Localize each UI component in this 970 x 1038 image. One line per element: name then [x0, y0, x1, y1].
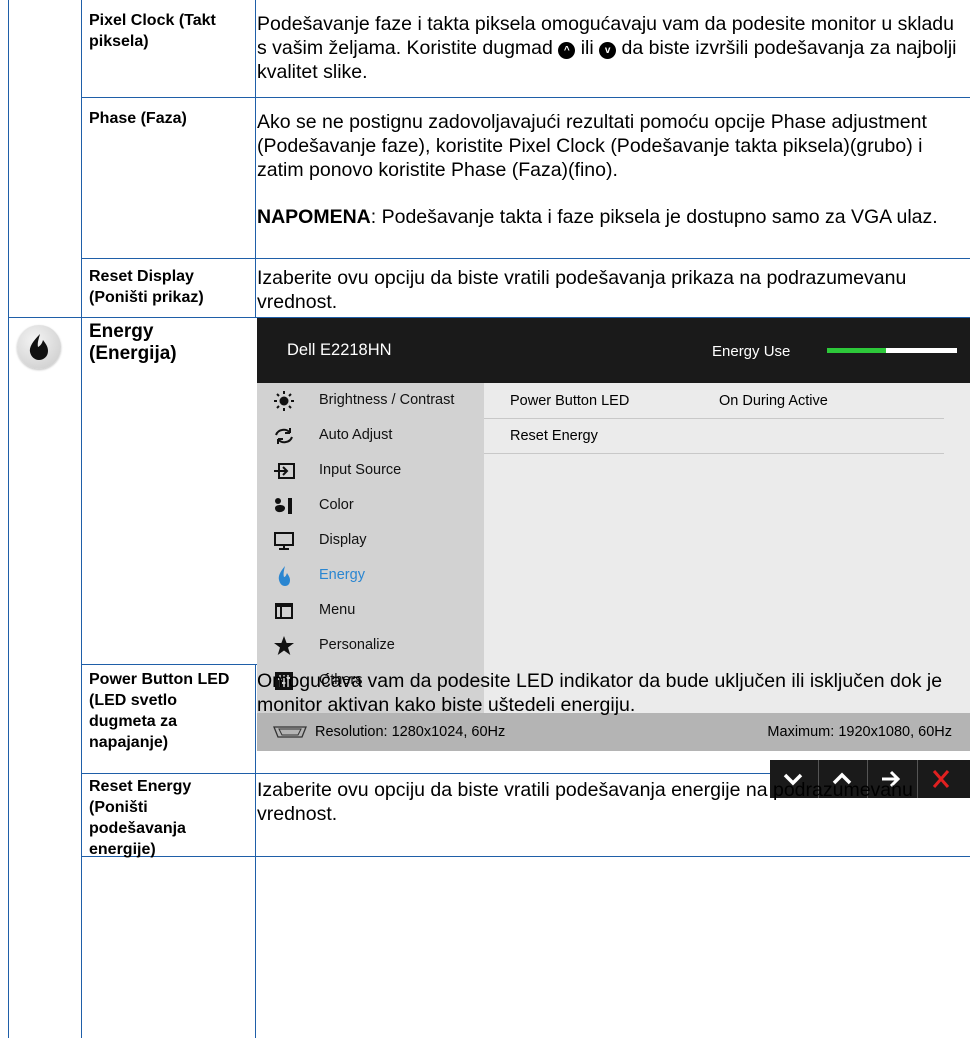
- up-button-icon: ^: [558, 42, 576, 59]
- osd-header: Dell E2218HN Energy Use: [257, 318, 970, 383]
- menu-item-input-source[interactable]: Input Source: [257, 453, 484, 488]
- connector-icon: [273, 726, 307, 738]
- menu-item-personalize[interactable]: Personalize: [257, 628, 484, 663]
- menu-item-display[interactable]: Display: [257, 523, 484, 558]
- reset-energy-label: Reset Energy (Poništi podešavanja energi…: [89, 778, 192, 858]
- color-icon: [275, 498, 292, 514]
- energy-icon: [278, 566, 290, 586]
- menu-icon: [275, 603, 293, 619]
- osd-settings-panel: Power Button LED On During Active Reset …: [484, 383, 970, 713]
- phase-description: Ako se ne postignu zadovoljavajući rezul…: [257, 111, 927, 181]
- pixel-clock-description: Podešavanje faze i takta piksela omoguća…: [257, 13, 957, 83]
- energy-use-meter: [827, 348, 957, 353]
- down-button-icon: v: [599, 42, 617, 59]
- maximum-resolution-text: Maximum: 1920x1080, 60Hz: [767, 724, 952, 740]
- osd-model-title: Dell E2218HN: [287, 341, 392, 359]
- display-icon: [274, 532, 294, 550]
- pixel-clock-label: Pixel Clock (Takt piksela): [89, 12, 216, 50]
- osd-menu-list: Brightness / Contrast Auto Adjust Input …: [257, 383, 484, 713]
- menu-item-brightness-contrast[interactable]: Brightness / Contrast: [257, 383, 484, 418]
- menu-item-energy[interactable]: Energy: [257, 558, 484, 593]
- row-divider: [81, 258, 970, 259]
- left-outer-border: [8, 0, 9, 1038]
- menu-item-color[interactable]: Color: [257, 488, 484, 523]
- menu-item-menu[interactable]: Menu: [257, 593, 484, 628]
- energy-label: Energy (Energija): [89, 321, 177, 364]
- reset-energy-description: Izaberite ovu opciju da biste vratili po…: [257, 779, 913, 825]
- power-button-led-description: Omogućava vam da podesite LED indikator …: [257, 670, 943, 716]
- phase-label: Phase (Faza): [89, 110, 187, 127]
- desc-column-border: [255, 664, 256, 1038]
- power-button-led-label: Power Button LED (LED svetlo dugmeta za …: [89, 671, 230, 751]
- energy-use-fill: [827, 348, 886, 353]
- osd-status-bar: Resolution: 1280x1024, 60Hz Maximum: 192…: [257, 713, 970, 751]
- desc-column-border: [255, 0, 256, 317]
- auto-adjust-icon: [275, 428, 293, 444]
- sun-icon: [274, 391, 294, 411]
- menu-item-auto-adjust[interactable]: Auto Adjust: [257, 418, 484, 453]
- reset-display-description: Izaberite ovu opciju da biste vratili po…: [257, 267, 907, 313]
- energy-use-label: Energy Use: [712, 343, 791, 360]
- input-source-icon: [274, 463, 295, 479]
- energy-icon: [17, 325, 61, 369]
- row-divider: [81, 97, 970, 98]
- setting-reset-energy[interactable]: Reset Energy: [484, 418, 944, 454]
- phase-note: NAPOMENA: Podešavanje takta i faze pikse…: [257, 206, 938, 228]
- star-icon: [274, 636, 294, 655]
- label-column-border: [81, 0, 82, 1038]
- reset-display-label: Reset Display (Poništi prikaz): [89, 268, 204, 306]
- resolution-text: Resolution: 1280x1024, 60Hz: [315, 724, 506, 740]
- setting-power-button-led[interactable]: Power Button LED On During Active: [484, 383, 944, 419]
